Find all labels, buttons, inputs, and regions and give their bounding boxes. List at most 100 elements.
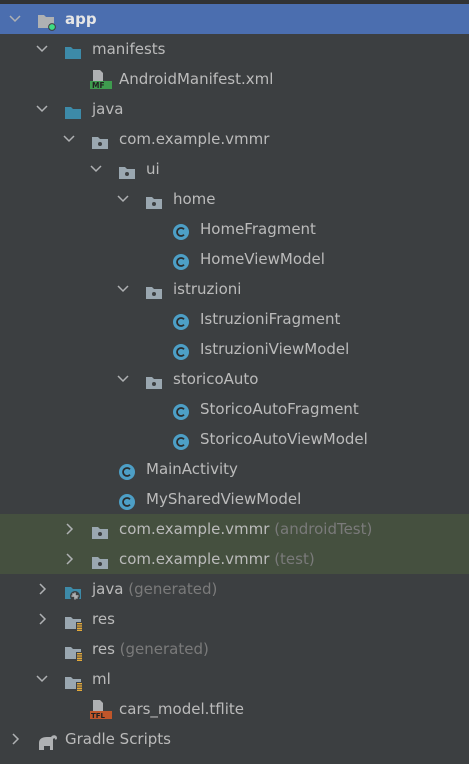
item-name: StoricoAutoFragment	[200, 400, 359, 418]
tree-item-label: com.example.vmmr	[119, 124, 269, 154]
tree-item-ml[interactable]: ml	[0, 664, 469, 694]
tree-item-homefragment[interactable]: HomeFragment	[0, 214, 469, 244]
tree-item-istruzioniviewmodel[interactable]: IstruzioniViewModel	[0, 334, 469, 364]
tree-item-istruzionifragment[interactable]: IstruzioniFragment	[0, 304, 469, 334]
tree-item-app[interactable]: app	[0, 4, 469, 34]
package-icon	[145, 281, 163, 299]
item-name: Gradle Scripts	[65, 730, 171, 748]
manifest-file-icon: MF	[89, 69, 112, 90]
tree-item-com-example-vmmr-test[interactable]: com.example.vmmr (test)	[0, 544, 469, 574]
tree-item-storicoautofragment[interactable]: StoricoAutoFragment	[0, 394, 469, 424]
chevron-right-icon[interactable]	[61, 514, 77, 544]
module-folder-icon	[37, 11, 56, 31]
item-name: java	[92, 580, 124, 598]
item-name: AndroidManifest.xml	[119, 70, 274, 88]
item-name: com.example.vmmr	[119, 520, 270, 538]
item-name: HomeFragment	[200, 220, 316, 238]
item-name: ml	[92, 670, 111, 688]
package-icon	[118, 161, 136, 179]
chevron-right-icon[interactable]	[34, 604, 50, 634]
chevron-down-icon[interactable]	[88, 154, 104, 184]
tree-item-mysharedviewmodel[interactable]: MySharedViewModel	[0, 484, 469, 514]
class-icon	[172, 431, 190, 450]
svg-text:MF: MF	[92, 81, 105, 89]
class-icon	[172, 221, 190, 240]
item-suffix: (androidTest)	[274, 520, 373, 538]
tree-item-com-example-vmmr-androidtest[interactable]: com.example.vmmr (androidTest)	[0, 514, 469, 544]
tree-item-cars-model-tflite[interactable]: TFL cars_model.tflite	[0, 694, 469, 724]
item-name: app	[65, 10, 97, 28]
package-icon	[145, 371, 163, 389]
tree-item-label: HomeViewModel	[200, 244, 325, 274]
tree-item-mainactivity[interactable]: MainActivity	[0, 454, 469, 484]
chevron-right-icon[interactable]	[61, 544, 77, 574]
tree-item-manifests[interactable]: manifests	[0, 34, 469, 64]
tree-item-java[interactable]: java	[0, 94, 469, 124]
item-name: java	[92, 100, 124, 118]
tree-item-storicoauto[interactable]: storicoAuto	[0, 364, 469, 394]
tree-item-label: StoricoAutoViewModel	[200, 424, 368, 454]
tree-item-androidmanifest-xml[interactable]: MF AndroidManifest.xml	[0, 64, 469, 94]
gradle-elephant-icon	[37, 731, 57, 750]
item-name: MainActivity	[146, 460, 238, 478]
tree-item-label: home	[173, 184, 216, 214]
item-name: ui	[146, 160, 160, 178]
item-name: home	[173, 190, 216, 208]
tree-item-istruzioni[interactable]: istruzioni	[0, 274, 469, 304]
item-suffix: (generated)	[119, 640, 209, 658]
tree-item-label: res (generated)	[92, 634, 209, 664]
item-name: res	[92, 640, 115, 658]
chevron-down-icon[interactable]	[61, 124, 77, 154]
item-name: MySharedViewModel	[146, 490, 302, 508]
chevron-right-icon[interactable]	[34, 574, 50, 604]
chevron-down-icon[interactable]	[34, 664, 50, 694]
class-icon	[118, 491, 136, 510]
item-name: com.example.vmmr	[119, 550, 270, 568]
tree-item-ui[interactable]: ui	[0, 154, 469, 184]
chevron-down-icon[interactable]	[34, 34, 50, 64]
tree-item-label: AndroidManifest.xml	[119, 64, 273, 94]
item-name: res	[92, 610, 115, 628]
item-name: HomeViewModel	[200, 250, 325, 268]
chevron-down-icon[interactable]	[34, 94, 50, 124]
chevron-right-icon[interactable]	[7, 724, 23, 754]
tree-item-label: com.example.vmmr (test)	[119, 544, 315, 574]
tree-item-label: java (generated)	[92, 574, 217, 604]
tree-item-label: ml	[92, 664, 111, 694]
package-icon	[91, 131, 109, 149]
tree-item-storicoautoviewmodel[interactable]: StoricoAutoViewModel	[0, 424, 469, 454]
tree-item-java-generated[interactable]: java (generated)	[0, 574, 469, 604]
chevron-down-icon[interactable]	[7, 4, 23, 34]
item-suffix: (test)	[274, 550, 315, 568]
tree-item-res-generated[interactable]: res (generated)	[0, 634, 469, 664]
class-icon	[172, 251, 190, 270]
tree-item-label: manifests	[92, 34, 166, 64]
tree-item-label: storicoAuto	[173, 364, 258, 394]
tree-item-gradle-scripts[interactable]: Gradle Scripts	[0, 724, 469, 754]
class-icon	[172, 341, 190, 360]
package-icon	[91, 551, 109, 569]
class-icon	[118, 461, 136, 480]
tree-item-res[interactable]: res	[0, 604, 469, 634]
item-suffix: (generated)	[128, 580, 218, 598]
tflite-file-icon: TFL	[89, 699, 112, 720]
tree-item-label: Gradle Scripts	[65, 724, 171, 754]
chevron-down-icon[interactable]	[115, 184, 131, 214]
item-name: com.example.vmmr	[119, 130, 270, 148]
tree-item-label: MainActivity	[146, 454, 238, 484]
tree-item-home[interactable]: home	[0, 184, 469, 214]
tree-item-label: istruzioni	[173, 274, 241, 304]
tree-item-label: ui	[146, 154, 160, 184]
tree-item-homeviewmodel[interactable]: HomeViewModel	[0, 244, 469, 274]
tree-item-label: IstruzioniFragment	[200, 304, 340, 334]
item-name: IstruzioniFragment	[200, 310, 341, 328]
item-name: manifests	[92, 40, 166, 58]
tree-item-label: MySharedViewModel	[146, 484, 301, 514]
chevron-down-icon[interactable]	[115, 274, 131, 304]
chevron-down-icon[interactable]	[115, 364, 131, 394]
tree-item-label: StoricoAutoFragment	[200, 394, 359, 424]
item-name: istruzioni	[173, 280, 242, 298]
svg-text:TFL: TFL	[91, 712, 106, 719]
tree-item-com-example-vmmr[interactable]: com.example.vmmr	[0, 124, 469, 154]
tree-item-label: res	[92, 604, 115, 634]
